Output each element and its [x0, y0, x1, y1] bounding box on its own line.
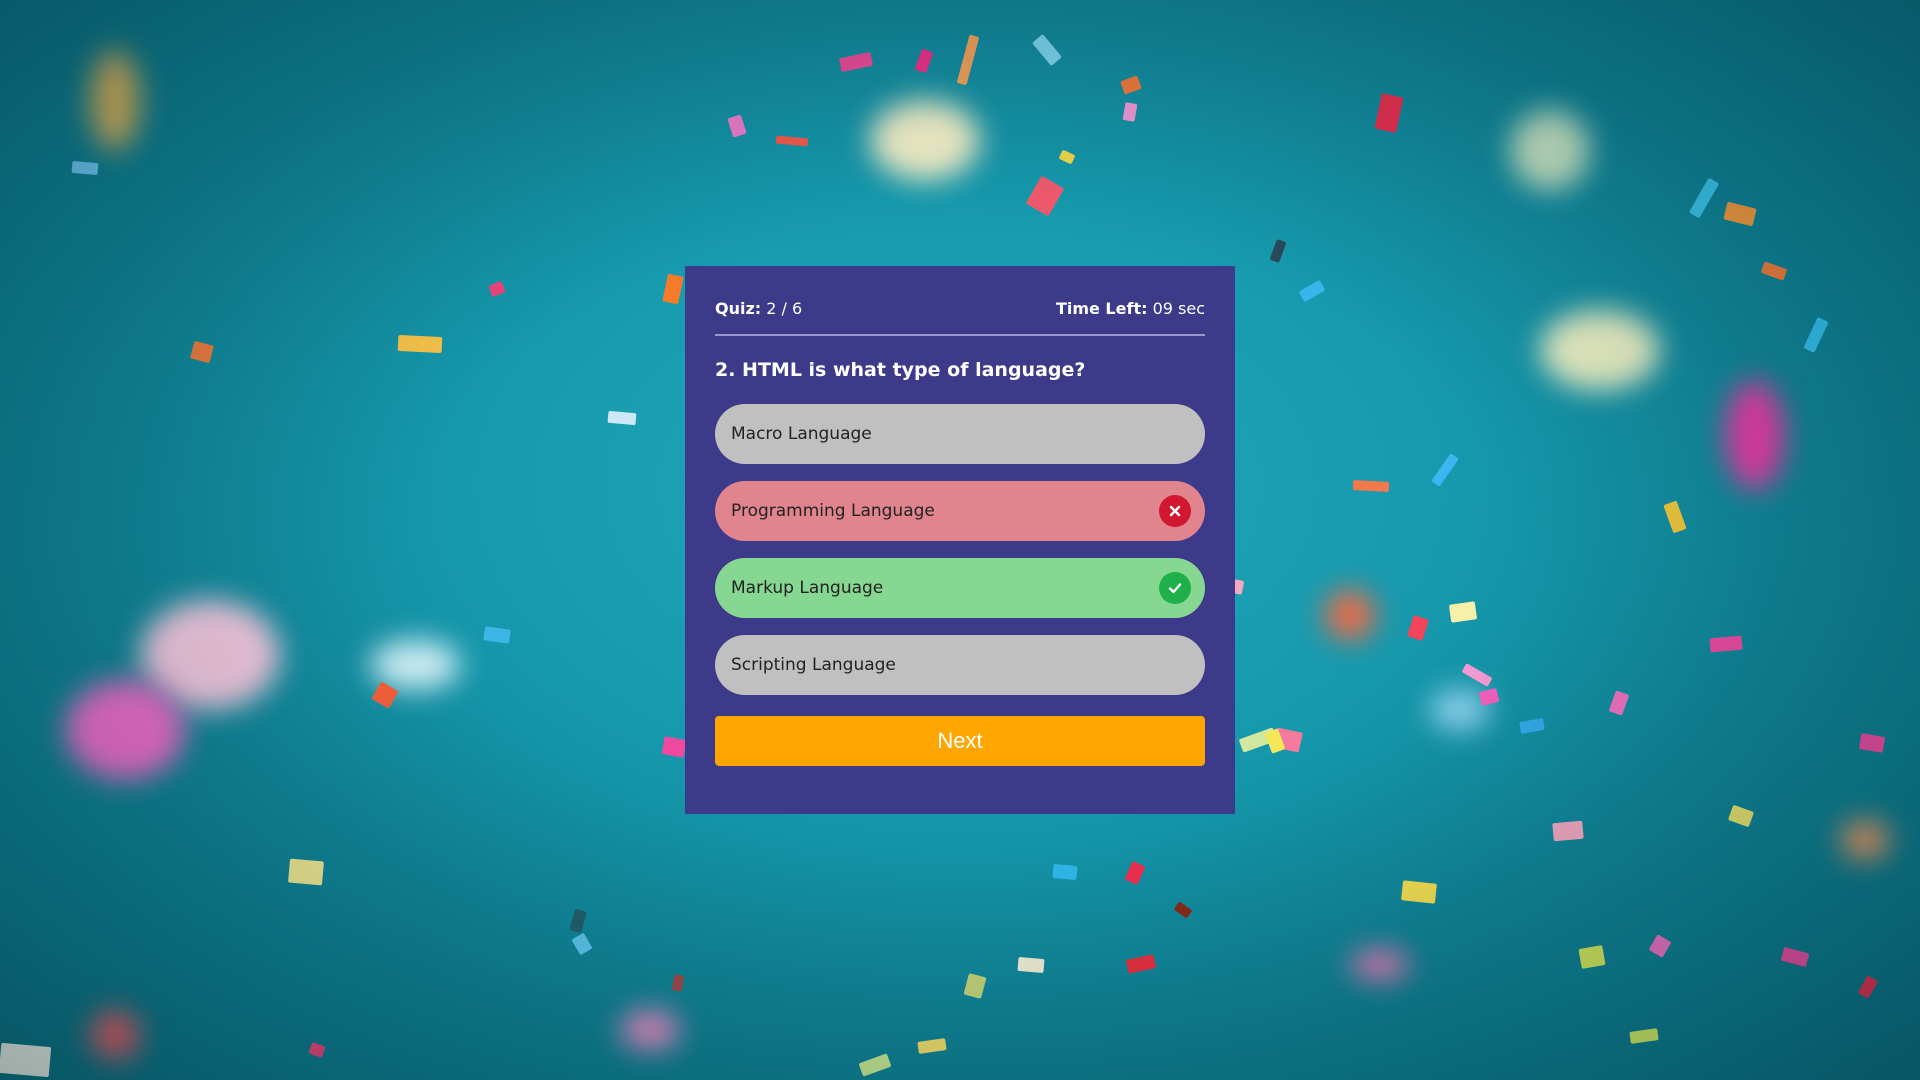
answer-options: Macro Language Programming Language Mark…: [715, 404, 1205, 695]
answer-option-label: Programming Language: [731, 501, 935, 521]
question-text: 2. HTML is what type of language?: [715, 359, 1086, 381]
next-button[interactable]: Next: [715, 716, 1205, 766]
quiz-counter: Quiz: 2 / 6: [715, 299, 802, 318]
check-icon: [1159, 572, 1191, 604]
quiz-card: Quiz: 2 / 6 Time Left: 09 sec 2. HTML is…: [685, 266, 1235, 814]
quiz-timer: Time Left: 09 sec: [1056, 299, 1205, 318]
quiz-counter-label: Quiz:: [715, 298, 762, 318]
answer-option-correct[interactable]: Markup Language: [715, 558, 1205, 618]
quiz-header: Quiz: 2 / 6 Time Left: 09 sec: [715, 296, 1205, 336]
answer-option[interactable]: Scripting Language: [715, 635, 1205, 695]
answer-option-label: Scripting Language: [731, 655, 896, 675]
answer-option-label: Markup Language: [731, 578, 884, 598]
answer-option[interactable]: Macro Language: [715, 404, 1205, 464]
x-mark-icon: [1159, 495, 1191, 527]
answer-option-label: Macro Language: [731, 424, 872, 444]
answer-option-incorrect[interactable]: Programming Language: [715, 481, 1205, 541]
timer-value: 09 sec: [1152, 298, 1205, 318]
timer-label: Time Left:: [1055, 298, 1148, 318]
quiz-counter-value: 2 / 6: [766, 298, 803, 318]
